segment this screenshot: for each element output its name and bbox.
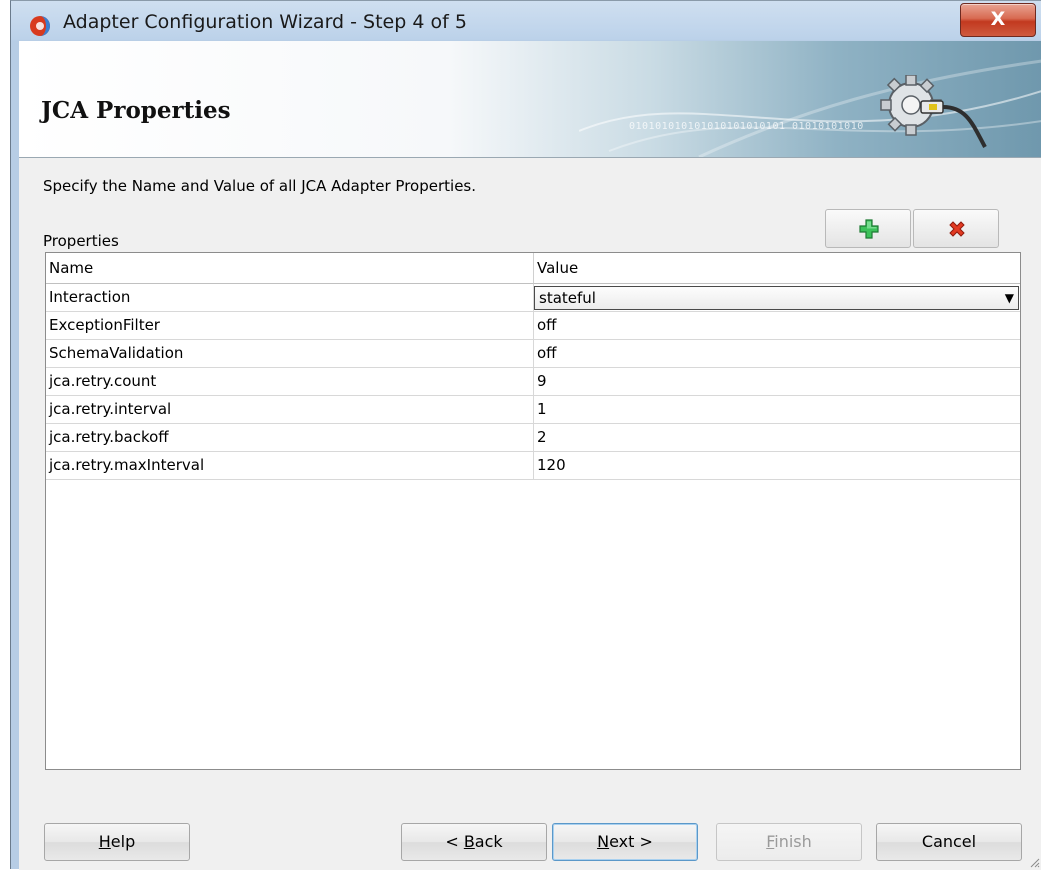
property-name: jca.retry.backoff	[46, 424, 534, 451]
delete-property-button[interactable]	[913, 209, 999, 248]
back-label: ack	[474, 832, 503, 851]
title-bar[interactable]: Adapter Configuration Wizard - Step 4 of…	[11, 1, 1041, 41]
x-icon	[949, 221, 965, 237]
table-row[interactable]: jca.retry.backoff 2	[46, 424, 1020, 452]
property-value[interactable]: 1	[534, 396, 1020, 423]
property-name: SchemaValidation	[46, 340, 534, 367]
plus-icon	[859, 219, 879, 239]
property-value[interactable]: 2	[534, 424, 1020, 451]
table-row[interactable]: ExceptionFilter off	[46, 312, 1020, 340]
next-mnemonic: N	[597, 832, 610, 851]
adapter-gear-icon	[880, 75, 987, 148]
property-value[interactable]: 120	[534, 452, 1020, 479]
next-label: ext >	[609, 832, 653, 851]
cancel-button[interactable]: Cancel	[876, 823, 1022, 861]
page-title: JCA Properties	[41, 97, 231, 124]
back-button[interactable]: < Back	[401, 823, 547, 861]
property-name: jca.retry.maxInterval	[46, 452, 534, 479]
help-button[interactable]: Help	[44, 823, 190, 861]
interaction-value-dropdown[interactable]: stateful ▼	[534, 286, 1019, 310]
back-prefix: <	[445, 832, 464, 851]
property-name: Interaction	[46, 284, 534, 311]
property-value[interactable]: 9	[534, 368, 1020, 395]
property-name: ExceptionFilter	[46, 312, 534, 339]
next-button[interactable]: Next >	[552, 823, 698, 861]
property-name: jca.retry.interval	[46, 396, 534, 423]
oracle-app-icon	[30, 16, 50, 36]
wizard-banner: 010101010101010101010101 01010101010 JCA…	[19, 41, 1041, 158]
help-label: elp	[110, 832, 136, 851]
wizard-window: Adapter Configuration Wizard - Step 4 of…	[10, 0, 1041, 870]
close-button[interactable]: X	[960, 3, 1036, 37]
table-row[interactable]: jca.retry.maxInterval 120	[46, 452, 1020, 480]
table-row[interactable]: jca.retry.count 9	[46, 368, 1020, 396]
property-value[interactable]: off	[534, 340, 1020, 367]
add-property-button[interactable]	[825, 209, 911, 248]
dialog-body: 010101010101010101010101 01010101010 JCA…	[19, 41, 1041, 870]
window-title: Adapter Configuration Wizard - Step 4 of…	[63, 11, 467, 33]
dropdown-arrow-icon: ▼	[1004, 291, 1014, 305]
close-icon: X	[990, 8, 1006, 30]
column-header-name[interactable]: Name	[46, 253, 534, 284]
property-name: jca.retry.count	[46, 368, 534, 395]
properties-label: Properties	[43, 232, 119, 250]
table-row[interactable]: jca.retry.interval 1	[46, 396, 1020, 424]
properties-table: Name Value Interaction stateful ▼ Except…	[45, 252, 1021, 770]
table-row[interactable]: Interaction stateful ▼	[46, 284, 1020, 312]
finish-label: inish	[774, 832, 812, 851]
resize-grip-icon[interactable]	[1028, 856, 1040, 868]
dropdown-selected-value: stateful	[539, 289, 596, 307]
table-row[interactable]: SchemaValidation off	[46, 340, 1020, 368]
help-mnemonic: H	[98, 832, 111, 851]
cancel-label: Cancel	[921, 832, 977, 851]
instruction-text: Specify the Name and Value of all JCA Ad…	[43, 177, 477, 195]
back-mnemonic: B	[463, 832, 475, 851]
column-header-value[interactable]: Value	[534, 253, 1020, 284]
property-value[interactable]: off	[534, 312, 1020, 339]
finish-button[interactable]: Finish	[716, 823, 862, 861]
banner-binary-text: 010101010101010101010101 01010101010	[629, 121, 864, 132]
